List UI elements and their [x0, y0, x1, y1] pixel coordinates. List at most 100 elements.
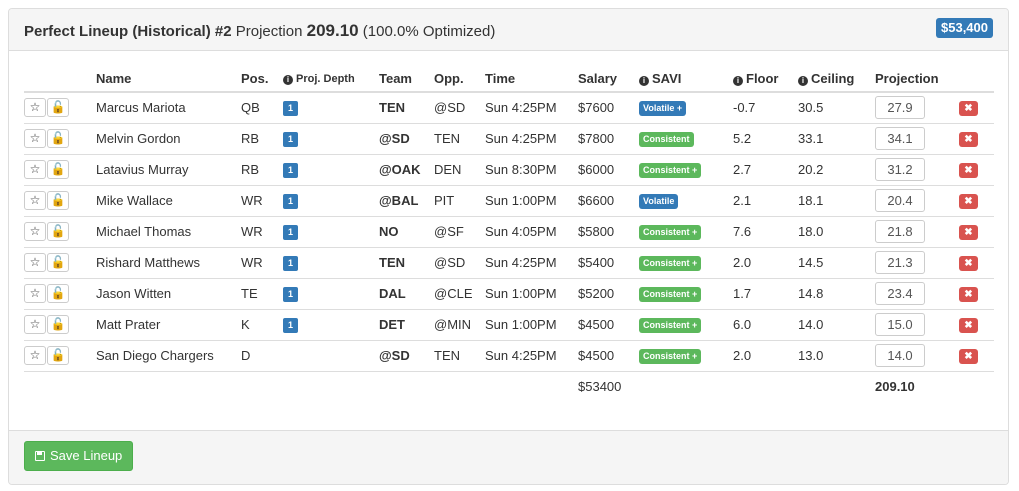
remove-player-button[interactable]: ✖ — [959, 194, 978, 209]
col-time[interactable]: Time — [485, 66, 578, 93]
remove-player-button[interactable]: ✖ — [959, 225, 978, 240]
remove-cell: ✖ — [959, 215, 994, 247]
col-ceiling[interactable]: i Ceiling — [798, 66, 875, 93]
depth-badge: 1 — [283, 194, 298, 209]
projection-input[interactable]: 31.2 — [875, 158, 925, 181]
remove-player-button[interactable]: ✖ — [959, 287, 978, 302]
savi-label: Consistent + — [639, 256, 702, 271]
depth-cell: 1 — [283, 246, 379, 278]
player-salary: $7600 — [578, 100, 615, 116]
col-depth-label: Proj. Depth — [296, 72, 355, 85]
row-actions: ☆ 🔓 — [24, 153, 96, 185]
game-time: Sun 1:00PM — [485, 184, 578, 216]
unlock-icon[interactable]: 🔓 — [47, 160, 69, 179]
unlock-icon[interactable]: 🔓 — [47, 315, 69, 334]
player-name: Melvin Gordon — [96, 122, 241, 154]
player-name: Latavius Murray — [96, 153, 241, 185]
remove-cell: ✖ — [959, 122, 994, 154]
unlock-icon[interactable]: 🔓 — [47, 284, 69, 303]
player-pos: RB — [241, 153, 283, 185]
total-projection: 209.10 — [875, 370, 959, 402]
projection-input[interactable]: 27.9 — [875, 96, 925, 120]
depth-badge: 1 — [283, 225, 298, 240]
projection-input[interactable]: 21.3 — [875, 251, 925, 274]
star-icon[interactable]: ☆ — [24, 222, 46, 241]
depth-cell — [283, 339, 379, 371]
col-remove — [959, 66, 994, 93]
player-row: ☆ 🔓 Matt Prater K 1 DET @MIN Sun 1:00PM $4500 Con… — [24, 308, 994, 340]
savi-label: Consistent + — [639, 287, 702, 302]
star-icon[interactable]: ☆ — [24, 253, 46, 272]
player-name: Marcus Mariota — [96, 100, 186, 116]
player-team: TEN — [379, 246, 434, 278]
panel-heading: Perfect Lineup (Historical) #2 Projectio… — [9, 9, 1008, 51]
projection-input[interactable]: 23.4 — [875, 282, 925, 305]
remove-player-button[interactable]: ✖ — [959, 163, 978, 178]
col-team[interactable]: Team — [379, 66, 434, 93]
unlock-icon[interactable]: 🔓 — [47, 222, 69, 241]
header-row: Name Pos. i Proj. Depth Team Opp. Time Sa… — [24, 66, 994, 93]
salary-badge: $53,400 — [936, 18, 993, 38]
remove-player-button[interactable]: ✖ — [959, 318, 978, 333]
col-projection[interactable]: Projection — [875, 66, 959, 93]
depth-cell: 1 — [283, 308, 379, 340]
game-time: Sun 8:30PM — [485, 153, 578, 185]
save-lineup-button[interactable]: Save Lineup — [24, 441, 134, 471]
col-salary[interactable]: Salary — [578, 66, 639, 93]
player-name: San Diego Chargers — [96, 339, 241, 371]
savi-label: Consistent — [639, 132, 694, 147]
game-time: Sun 4:25PM — [485, 100, 557, 116]
projection-input[interactable]: 14.0 — [875, 344, 925, 367]
col-name[interactable]: Name — [96, 66, 241, 93]
player-ceiling: 13.0 — [798, 339, 875, 371]
unlock-icon[interactable]: 🔓 — [47, 253, 69, 272]
unlock-icon[interactable]: 🔓 — [47, 346, 69, 365]
star-icon[interactable]: ☆ — [24, 191, 46, 210]
remove-player-button[interactable]: ✖ — [959, 132, 978, 147]
player-pos: QB — [241, 100, 260, 116]
remove-player-button[interactable]: ✖ — [959, 349, 978, 364]
unlock-icon[interactable]: 🔓 — [47, 191, 69, 210]
projection-input[interactable]: 20.4 — [875, 189, 925, 212]
info-icon: i — [798, 76, 808, 86]
unlock-icon[interactable]: 🔓 — [47, 98, 69, 118]
info-icon: i — [283, 74, 293, 85]
savi-cell: Volatile — [639, 184, 733, 216]
unlock-icon[interactable]: 🔓 — [47, 129, 69, 148]
row-actions: ☆ 🔓 — [24, 184, 96, 216]
projection-input[interactable]: 34.1 — [875, 127, 925, 150]
depth-badge: 1 — [283, 318, 298, 333]
star-icon[interactable]: ☆ — [24, 129, 46, 148]
player-team: DAL — [379, 277, 434, 309]
col-opp[interactable]: Opp. — [434, 66, 485, 93]
remove-player-button[interactable]: ✖ — [959, 256, 978, 271]
star-icon[interactable]: ☆ — [24, 315, 46, 334]
star-icon[interactable]: ☆ — [24, 98, 46, 118]
star-icon[interactable]: ☆ — [24, 346, 46, 365]
col-actions — [24, 66, 96, 93]
lineup-table: Name Pos. i Proj. Depth Team Opp. Time Sa… — [24, 66, 994, 402]
game-time: Sun 4:25PM — [485, 339, 578, 371]
star-icon[interactable]: ☆ — [24, 160, 46, 179]
depth-cell: 1 — [283, 122, 379, 154]
projection-input[interactable]: 15.0 — [875, 313, 925, 336]
col-savi[interactable]: i SAVI — [639, 66, 733, 93]
col-pos[interactable]: Pos. — [241, 66, 283, 93]
player-opp: @SD — [434, 246, 485, 278]
player-row: ☆ 🔓 Rishard Matthews WR 1 TEN @SD Sun 4:25PM $54… — [24, 246, 994, 278]
row-actions: ☆ 🔓 — [24, 246, 96, 278]
star-icon[interactable]: ☆ — [24, 284, 46, 303]
player-ceiling: 14.8 — [798, 277, 875, 309]
col-depth[interactable]: i Proj. Depth — [283, 66, 379, 93]
player-salary: $5800 — [578, 215, 639, 247]
col-floor[interactable]: i Floor — [733, 66, 798, 93]
remove-player-button[interactable]: ✖ — [959, 101, 978, 117]
row-actions: ☆ 🔓 — [24, 215, 96, 247]
save-lineup-label: Save Lineup — [50, 448, 123, 463]
lineup-panel: Perfect Lineup (Historical) #2 Projectio… — [8, 8, 1009, 485]
row-actions: ☆ 🔓 — [24, 92, 96, 123]
projection-cell: 21.8 — [875, 215, 959, 247]
savi-cell: Consistent + — [639, 215, 733, 247]
projection-input[interactable]: 21.8 — [875, 220, 925, 243]
optimized-text: (100.0% Optimized) — [362, 23, 496, 40]
